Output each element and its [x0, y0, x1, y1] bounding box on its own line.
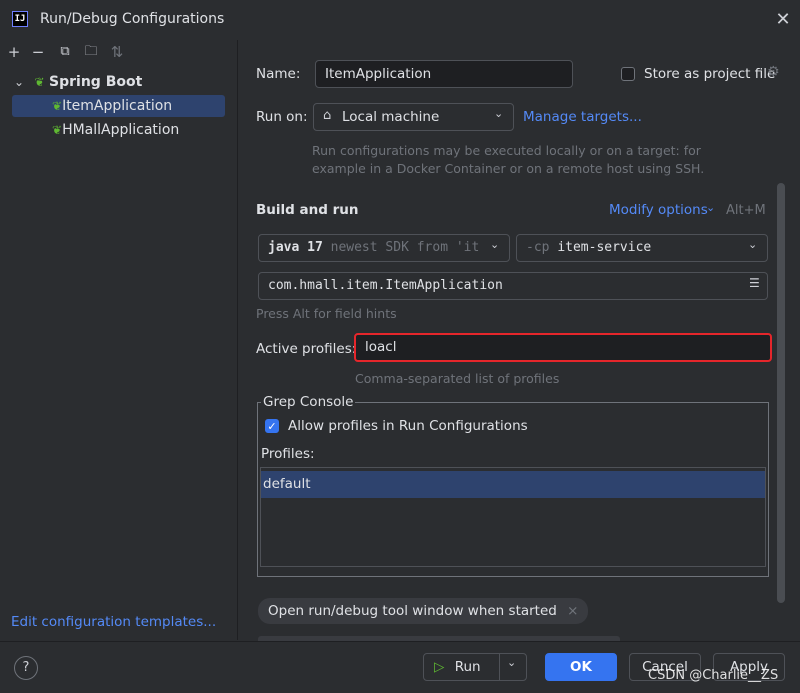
profiles-list-label: Profiles: — [261, 446, 315, 462]
chevron-down-icon: ⌄ — [706, 201, 716, 214]
jdk-dropdown[interactable]: java 17 newest SDK from 'it — [258, 234, 510, 262]
build-and-run-title: Build and run — [256, 202, 359, 218]
classpath-dropdown[interactable]: -cp item-service — [516, 234, 768, 262]
manage-targets-link[interactable]: Manage targets... — [523, 109, 642, 125]
run-label: Run — [454, 659, 481, 675]
csdn-watermark: CSDN @Charlie__ZS — [648, 668, 779, 683]
run-on-label: Run on: — [256, 109, 308, 125]
run-on-hint-line2: example in a Docker Container or on a re… — [312, 161, 705, 176]
tree-item-hmallapplication[interactable]: ❦HMallApplication — [12, 119, 179, 141]
chevron-down-icon: ⌄ — [490, 238, 500, 251]
active-profiles-input[interactable]: loacl — [354, 333, 772, 362]
spring-leaf-icon: ❦ — [34, 75, 45, 89]
close-icon[interactable]: ✕ — [772, 9, 794, 31]
help-icon[interactable]: ? — [14, 656, 38, 680]
run-on-hint-line1: Run configurations may be executed local… — [312, 143, 701, 158]
home-icon: ⌂ — [323, 108, 332, 123]
edit-templates-link[interactable]: Edit configuration templates... — [11, 614, 216, 630]
folder-icon[interactable]: 🗀 — [82, 43, 100, 61]
browse-class-icon[interactable]: ☰ — [749, 276, 760, 290]
alt-hint: Press Alt for field hints — [256, 306, 397, 321]
jdk-hint: newest SDK from 'it — [330, 240, 480, 255]
chevron-down-icon: ⌄ — [748, 238, 758, 251]
store-project-file-label: Store as project file — [644, 66, 776, 82]
chip-close-icon[interactable]: × — [567, 603, 578, 619]
active-profiles-label: Active profiles: — [256, 341, 357, 357]
tree-group-spring-boot[interactable]: ⌄ ❦ Spring Boot — [14, 71, 142, 93]
main-class-input[interactable]: com.hmall.item.ItemApplication — [258, 272, 768, 300]
chevron-down-icon[interactable]: ⌄ — [507, 656, 516, 669]
gear-icon[interactable]: ⚙ — [767, 64, 780, 80]
run-split-divider — [499, 653, 500, 681]
classpath-prefix: -cp — [526, 240, 550, 255]
open-tool-window-chip[interactable]: Open run/debug tool window when started … — [258, 598, 589, 624]
chip-label: Open run/debug tool window when started — [268, 603, 557, 619]
run-on-dropdown[interactable]: Local machine — [313, 103, 514, 131]
active-profiles-hint: Comma-separated list of profiles — [355, 371, 560, 386]
chevron-down-icon: ⌄ — [14, 75, 25, 89]
tree-item-itemapplication[interactable]: ❦ItemApplication — [12, 95, 225, 117]
profiles-list[interactable]: default — [260, 467, 766, 567]
run-on-value: Local machine — [342, 109, 440, 125]
run-icon: ▷ — [434, 659, 445, 675]
window-title: Run/Debug Configurations — [40, 11, 225, 27]
modify-options-shortcut: Alt+M — [726, 203, 766, 218]
sort-icon[interactable]: ⇅ — [108, 43, 126, 61]
add-icon[interactable]: + — [5, 43, 23, 61]
remove-icon[interactable]: − — [29, 43, 47, 61]
title-bar: IJ Run/Debug Configurations ✕ — [0, 0, 800, 40]
intellij-logo-icon: IJ — [12, 11, 28, 27]
tree-item-label: ItemApplication — [62, 98, 173, 114]
allow-profiles-checkbox[interactable]: ✓ — [265, 419, 279, 433]
copy-icon[interactable]: ⧉ — [56, 43, 74, 61]
tree-item-label: HMallApplication — [62, 122, 180, 138]
list-item[interactable]: default — [261, 471, 765, 498]
chevron-down-icon: ⌄ — [494, 107, 504, 120]
tree-group-label: Spring Boot — [49, 74, 143, 90]
form-scrollbar[interactable] — [777, 183, 785, 603]
store-project-file-checkbox[interactable] — [621, 67, 635, 81]
jdk-value: java 17 — [268, 240, 323, 255]
allow-profiles-label: Allow profiles in Run Configurations — [288, 418, 528, 434]
spring-leaf-icon: ❦ — [52, 123, 63, 137]
name-input[interactable]: ItemApplication — [315, 60, 573, 88]
classpath-value: item-service — [557, 240, 652, 255]
modify-options-link[interactable]: Modify options — [609, 202, 708, 218]
name-label: Name: — [256, 66, 301, 82]
spring-leaf-icon: ❦ — [52, 99, 63, 113]
grep-console-title: Grep Console — [261, 394, 356, 410]
ok-button[interactable]: OK — [545, 653, 617, 681]
